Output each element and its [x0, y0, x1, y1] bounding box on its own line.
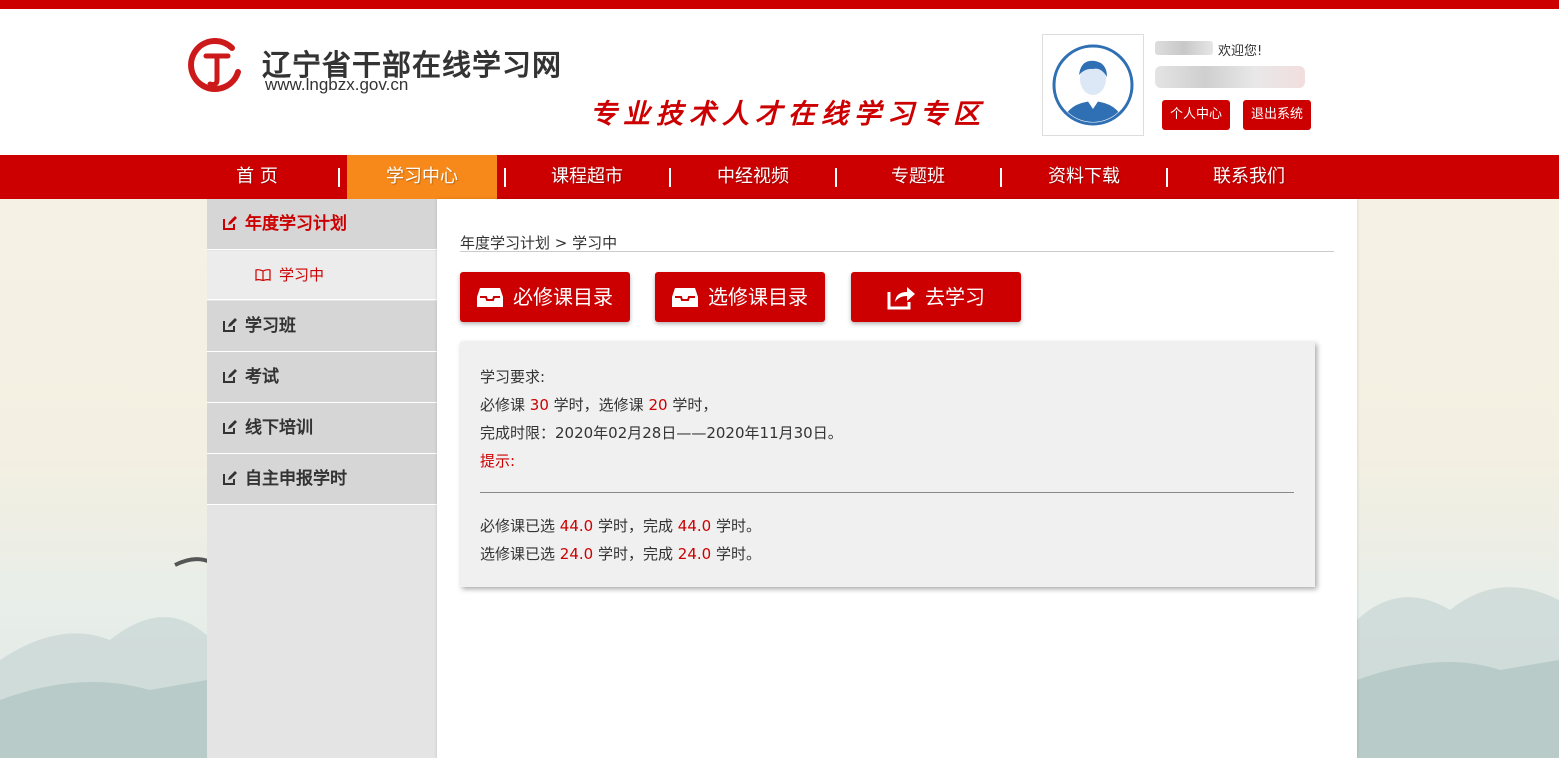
user-avatar-icon — [1052, 44, 1134, 126]
sidebar-item-label: 自主申报学时 — [245, 469, 347, 489]
sidebar-item-exam[interactable]: 考试 — [207, 352, 437, 403]
welcome-text: 欢迎您! — [1218, 44, 1263, 59]
text: 选修课已选 — [480, 545, 556, 563]
required-progress: 必修课已选 44.0 学时，完成 44.0 学时。 — [480, 515, 761, 536]
deadline-text: 完成时限：2020年02月28日——2020年11月30日。 — [480, 424, 843, 442]
text: 必修课 — [480, 396, 526, 414]
nav-item-special-class[interactable]: 专题班 — [843, 155, 993, 199]
logout-button[interactable]: 退出系统 — [1243, 100, 1312, 130]
edit-icon — [223, 471, 237, 485]
sidebar: 年度学习计划 学习中 学习班 考试 线下培训 自主申报学时 — [207, 199, 437, 758]
panel-divider — [480, 492, 1294, 493]
nav-item-study-center[interactable]: 学习中心 — [347, 155, 497, 199]
requirements-heading: 学习要求: — [480, 368, 546, 386]
required-hours-value: 30 — [529, 396, 549, 414]
share-icon — [887, 287, 915, 310]
text: 学时，选修课 — [553, 396, 644, 414]
study-requirements-panel: 学习要求: 必修课 30 学时，选修课 20 学时， 完成时限：2020年02月… — [460, 342, 1315, 587]
username-blurred — [1155, 41, 1213, 55]
inbox-icon — [477, 288, 503, 307]
sidebar-item-self-report[interactable]: 自主申报学时 — [207, 454, 437, 505]
text: 学时。 — [715, 545, 761, 563]
elective-progress: 选修课已选 24.0 学时，完成 24.0 学时。 — [480, 543, 761, 564]
required-done-value: 44.0 — [677, 517, 712, 535]
text: 学时。 — [715, 517, 761, 535]
sidebar-item-label: 学习班 — [245, 316, 296, 336]
nav-item-course-market[interactable]: 课程超市 — [512, 155, 662, 199]
top-strip — [0, 0, 1559, 9]
main-nav: 首 页 学习中心 课程超市 中经视频 专题班 资料下载 联系我们 — [0, 155, 1559, 199]
nav-separator — [669, 168, 671, 187]
required-catalog-button[interactable]: 必修课目录 — [460, 272, 630, 322]
elective-catalog-label: 选修课目录 — [708, 285, 808, 309]
requirements-hours: 必修课 30 学时，选修课 20 学时， — [480, 394, 717, 415]
nav-separator — [1000, 168, 1002, 187]
text: 学时， — [672, 396, 718, 414]
sidebar-item-label: 线下培训 — [245, 418, 313, 438]
nav-separator — [835, 168, 837, 187]
userinfo-blurred — [1155, 66, 1305, 88]
nav-item-contact[interactable]: 联系我们 — [1174, 155, 1324, 199]
sidebar-subitem-label: 学习中 — [279, 266, 325, 284]
sidebar-item-offline-training[interactable]: 线下培训 — [207, 403, 437, 454]
slogan: 专业技术人才在线学习专区 — [590, 99, 986, 130]
edit-icon — [223, 369, 237, 383]
edit-icon — [223, 318, 237, 332]
user-center-button[interactable]: 个人中心 — [1162, 100, 1231, 130]
elective-hours-value: 20 — [648, 396, 668, 414]
tip-label: 提示: — [480, 452, 516, 470]
avatar[interactable] — [1042, 34, 1144, 136]
nav-separator — [338, 168, 340, 187]
sidebar-item-label: 考试 — [245, 367, 279, 387]
text: 学时，完成 — [597, 545, 673, 563]
edit-icon — [223, 420, 237, 434]
book-icon — [255, 269, 271, 281]
required-catalog-label: 必修课目录 — [513, 285, 613, 309]
nav-separator — [1166, 168, 1168, 187]
sidebar-item-study-class[interactable]: 学习班 — [207, 301, 437, 352]
required-selected-value: 44.0 — [559, 517, 594, 535]
nav-item-home[interactable]: 首 页 — [207, 155, 307, 199]
go-study-label: 去学习 — [925, 285, 985, 309]
sidebar-subitem-studying[interactable]: 学习中 — [207, 251, 437, 300]
breadcrumb: 年度学习计划 > 学习中 — [460, 234, 618, 252]
go-study-button[interactable]: 去学习 — [851, 272, 1021, 322]
elective-catalog-button[interactable]: 选修课目录 — [655, 272, 825, 322]
sidebar-item-label: 年度学习计划 — [245, 214, 347, 234]
elective-selected-value: 24.0 — [559, 545, 594, 563]
edit-icon — [223, 216, 237, 230]
nav-item-downloads[interactable]: 资料下载 — [1009, 155, 1159, 199]
site-url: www.lngbzx.gov.cn — [265, 75, 409, 94]
nav-separator — [504, 168, 506, 187]
main-content: 年度学习计划 > 学习中 必修课目录 选修课目录 去学习 学习要求: 必修课 3… — [437, 199, 1357, 758]
header: 辽宁省干部在线学习网 www.lngbzx.gov.cn 专业技术人才在线学习专… — [0, 9, 1559, 155]
logo-icon — [188, 38, 241, 92]
elective-done-value: 24.0 — [677, 545, 712, 563]
inbox-icon — [672, 288, 698, 307]
nav-item-video[interactable]: 中经视频 — [678, 155, 828, 199]
text: 学时，完成 — [597, 517, 673, 535]
text: 必修课已选 — [480, 517, 556, 535]
breadcrumb-divider — [460, 251, 1334, 252]
sidebar-item-annual-plan[interactable]: 年度学习计划 — [207, 199, 437, 250]
